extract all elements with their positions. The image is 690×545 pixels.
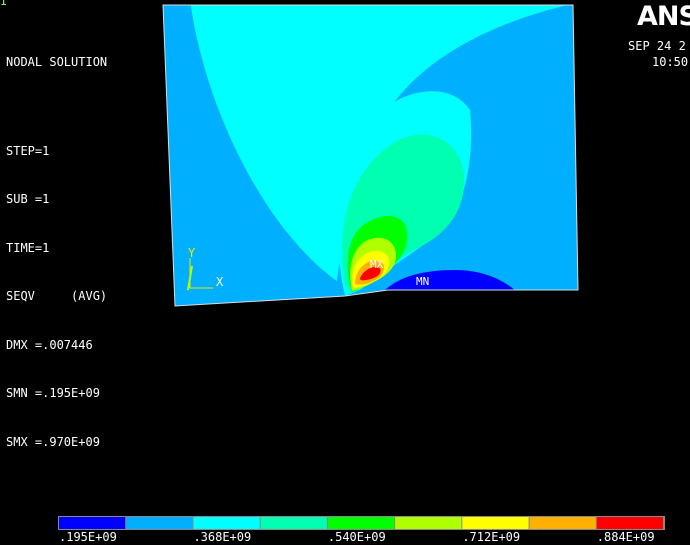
time-label: 10:50 xyxy=(652,55,689,69)
info-time: TIME=1 xyxy=(6,240,50,255)
legend-swatch xyxy=(462,517,529,529)
triad-y-label: Y xyxy=(188,246,196,260)
logo-text: ANS xyxy=(637,1,690,32)
legend-swatch xyxy=(529,517,596,529)
info-dmx: DMX =.007446 xyxy=(6,337,93,352)
legend-label: .712E+09 xyxy=(462,530,521,544)
info-sub: SUB =1 xyxy=(6,192,50,206)
window-number: 1 xyxy=(0,0,7,8)
legend-bar xyxy=(58,516,665,530)
info-step: STEP=1 xyxy=(6,143,50,158)
date-label: SEP 24 2 xyxy=(628,39,686,53)
legend-swatch xyxy=(193,517,260,529)
min-marker: MN xyxy=(416,275,430,288)
info-quantity: SEQV (AVG) xyxy=(6,289,108,303)
info-title: NODAL SOLUTION xyxy=(6,55,108,69)
legend-swatch xyxy=(126,517,193,529)
info-smn: SMN =.195E+09 xyxy=(6,386,100,400)
legend-label: .195E+09 xyxy=(59,530,117,544)
solution-info: NODAL SOLUTION STEP=1 SUB =1 TIME=1 SEQV… xyxy=(6,22,107,466)
legend-label: .540E+09 xyxy=(327,530,386,544)
legend-swatch xyxy=(327,517,395,529)
ansys-logo: ANSY xyxy=(637,2,690,32)
legend-swatch xyxy=(260,517,327,529)
legend-swatch xyxy=(596,517,663,529)
max-marker: MX xyxy=(370,258,384,271)
legend-swatch xyxy=(59,517,126,529)
info-smx: SMX =.970E+09 xyxy=(6,434,100,449)
triad-x-label: X xyxy=(216,275,224,289)
legend-label: .884E+09 xyxy=(596,530,655,544)
legend-swatch xyxy=(395,517,462,529)
legend-label: .368E+09 xyxy=(193,530,252,544)
